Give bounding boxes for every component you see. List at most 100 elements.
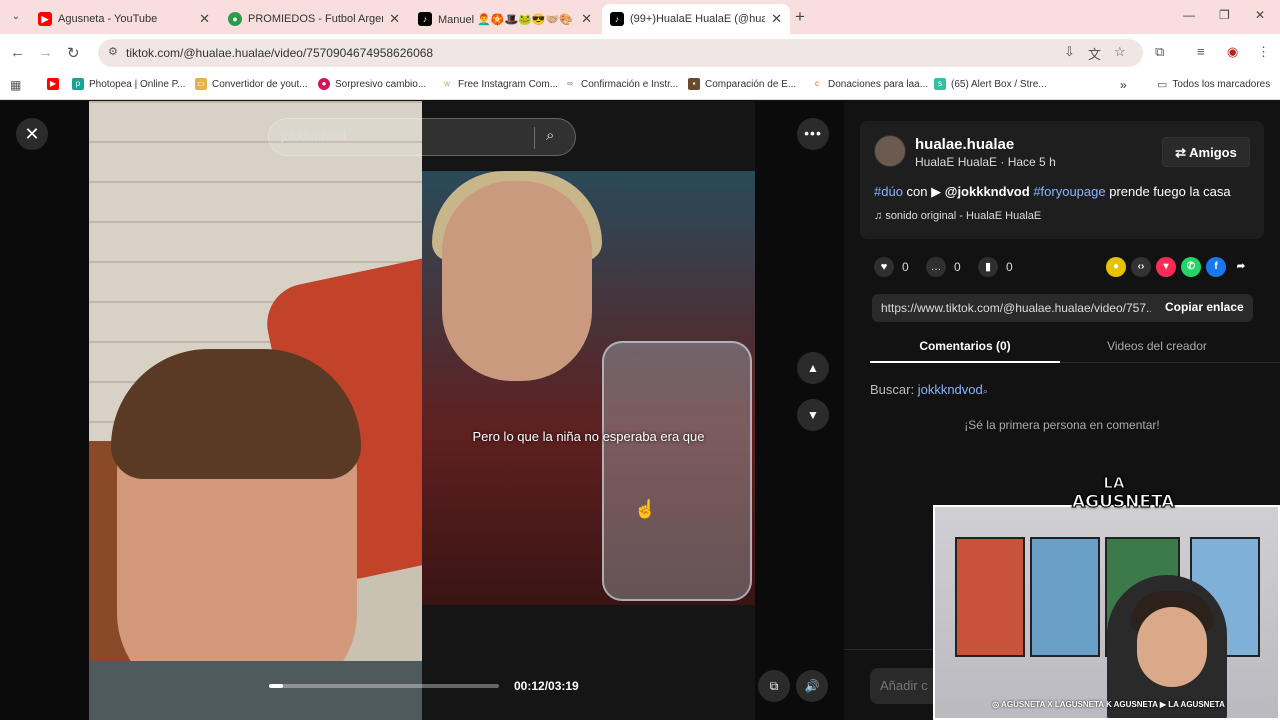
bookmark-confirmacion[interactable]: ∞ Confirmación e Instr... — [564, 78, 678, 90]
close-video-button[interactable]: ✕ — [16, 118, 48, 150]
agusneta-logo: LA AGUSNETA — [1072, 474, 1175, 536]
avatar[interactable] — [874, 135, 906, 167]
search-icon[interactable]: ⌕ — [546, 127, 554, 144]
facebook-icon[interactable]: f — [1206, 257, 1226, 277]
maximize-icon[interactable]: ❐ — [1219, 8, 1230, 22]
search-suggestion: Buscar: jokkkndvod⌕ — [870, 382, 988, 397]
movie-frame — [422, 171, 755, 605]
window-close-icon[interactable]: ✕ — [1255, 8, 1265, 22]
person-shirt — [89, 661, 422, 720]
extensions-icon[interactable]: ⧉ — [1155, 44, 1164, 60]
toolbar: ← → ↻ ⚙ tiktok.com/@hualae.hualae/video/… — [0, 34, 1280, 72]
friends-label: Amigos — [1189, 145, 1237, 160]
minimize-icon[interactable]: — — [1183, 8, 1195, 22]
tiktok-icon: ♪ — [610, 12, 624, 26]
youtube-icon: ▶ — [47, 78, 59, 90]
all-bookmarks[interactable]: ▭ Todos los marcadores — [1157, 78, 1270, 91]
tab-title: (99+)HualaE HualaE (@hualae — [630, 13, 766, 25]
mouse-cursor-icon: ☝ — [634, 499, 657, 519]
bookmark-sorpresivo[interactable]: ● Sorpresivo cambio... — [318, 78, 426, 90]
tab-creator-videos[interactable]: Videos del creador — [1062, 339, 1252, 353]
close-tab-icon[interactable]: ✕ — [199, 11, 210, 27]
bookmark-star-icon[interactable]: ☆ — [1114, 44, 1126, 60]
bookmark-label: Free Instagram Com... — [458, 78, 559, 90]
next-video-button[interactable]: ▼ — [797, 399, 829, 431]
media-controls-icon[interactable]: ≡ — [1197, 44, 1205, 59]
save-button[interactable]: ▮ 0 — [978, 257, 1013, 277]
volume-icon[interactable]: 🔊 — [796, 670, 828, 702]
duet-right-video[interactable]: Pero lo que la niña no esperaba era que — [422, 101, 755, 720]
page-icon: ▪ — [688, 78, 700, 90]
bookmark-alert-box[interactable]: s (65) Alert Box / Stre... — [934, 78, 1047, 90]
poster — [1030, 537, 1100, 657]
bookmark-convertidor[interactable]: ▭ Convertidor de yout... — [195, 78, 308, 90]
comment-icon: … — [926, 257, 946, 277]
copy-link-button[interactable]: Copiar enlace — [1165, 300, 1244, 314]
tab-title: Agusneta - YouTube — [58, 13, 158, 25]
tab-title: Manuel 👨‍🦰🏵️🎩🐸😎🤝🏼🎨 🔊 — [438, 13, 576, 26]
share-arrow-icon[interactable]: ➦ — [1231, 257, 1251, 277]
close-tab-icon[interactable]: ✕ — [581, 11, 592, 27]
friends-button[interactable]: ⇄ Amigos — [1162, 137, 1250, 167]
video-progress-bar[interactable] — [269, 684, 499, 688]
search-divider — [534, 127, 535, 149]
desc-con: con — [906, 184, 928, 199]
profile-icon[interactable]: ◉ — [1227, 44, 1238, 60]
send-icon[interactable]: ▾ — [1156, 257, 1176, 277]
more-bookmarks-icon[interactable]: » — [1120, 78, 1127, 92]
whatsapp-icon[interactable]: ✆ — [1181, 257, 1201, 277]
tab-tiktok-hualae[interactable]: ♪ (99+)HualaE HualaE (@hualae ✕ — [602, 4, 790, 34]
like-button[interactable]: ♥ 0 — [874, 257, 909, 277]
youtube-icon: ▶ — [38, 12, 52, 26]
hashtag-foryoupage[interactable]: #foryoupage — [1033, 184, 1105, 199]
folder-icon: ▭ — [195, 78, 207, 90]
bookmark-donaciones[interactable]: c Donaciones para laa... — [811, 78, 928, 90]
more-options-button[interactable]: ••• — [797, 118, 829, 150]
forward-icon[interactable]: → — [38, 44, 53, 61]
address-bar[interactable]: ⚙ tiktok.com/@hualae.hualae/video/757090… — [98, 39, 1143, 67]
hashtag-duo[interactable]: #dúo — [874, 184, 903, 199]
tab-promiedos[interactable]: ● PROMIEDOS - Futbol Argentino ✕ — [220, 4, 408, 34]
soccer-ball-icon: ● — [228, 12, 242, 26]
bookmark-label: (65) Alert Box / Stre... — [951, 78, 1047, 90]
search-label: Buscar: — [870, 382, 915, 397]
social-handles: ◎ AGUSNETA X LAGUSNETA K AGUSNETA ▶ LA A… — [992, 700, 1225, 709]
apps-icon[interactable]: ▦ — [10, 78, 21, 92]
video-search-bar[interactable]: ⌕ — [268, 118, 576, 156]
menu-icon[interactable]: ⋮ — [1257, 44, 1270, 60]
bookmark-photopea[interactable]: p Photopea | Online P... — [72, 78, 185, 90]
tab-comments[interactable]: Comentarios (0) — [870, 339, 1060, 363]
comment-button[interactable]: … 0 — [926, 257, 961, 277]
video-search-input[interactable] — [281, 128, 521, 143]
new-tab-button[interactable]: + — [795, 7, 805, 27]
creator-username[interactable]: hualae.hualae — [915, 136, 1014, 153]
logo-line1: LA — [1103, 474, 1125, 493]
tab-youtube[interactable]: ▶ Agusneta - YouTube ✕ — [30, 4, 218, 34]
bookmark-instagram-com[interactable]: w Free Instagram Com... — [441, 78, 558, 90]
girl-face — [442, 181, 592, 381]
reload-icon[interactable]: ↻ — [67, 44, 80, 62]
duet-left-video[interactable] — [89, 101, 422, 720]
tab-tiktok-manuel[interactable]: ♪ Manuel 👨‍🦰🏵️🎩🐸😎🤝🏼🎨 🔊 ✕ — [410, 4, 600, 34]
close-tab-icon[interactable]: ✕ — [389, 11, 400, 27]
bookmark-youtube[interactable]: ▶ — [47, 78, 59, 90]
previous-video-button[interactable]: ▲ — [797, 352, 829, 384]
music-link[interactable]: ♫ sonido original - HualaE HualaE — [874, 210, 1041, 222]
progress-fill — [269, 684, 283, 688]
bookmark-comparacion[interactable]: ▪ Comparación de E... — [688, 78, 796, 90]
share-link-text[interactable]: https://www.tiktok.com/@hualae.hualae/vi… — [881, 301, 1151, 315]
mention-link[interactable]: @jokkkndvod — [945, 184, 1030, 199]
translate-icon[interactable]: 文 — [1088, 44, 1101, 63]
folder-icon: ▭ — [1157, 79, 1168, 91]
bookmark-label: Photopea | Online P... — [89, 78, 186, 90]
tab-search-icon[interactable]: ⌄ — [6, 7, 26, 27]
install-app-icon[interactable]: ⇩ — [1064, 44, 1075, 60]
embed-icon[interactable]: ‹› — [1131, 257, 1151, 277]
close-tab-icon[interactable]: ✕ — [771, 11, 782, 27]
search-term-link[interactable]: jokkkndvod — [918, 382, 983, 397]
back-icon[interactable]: ← — [10, 44, 25, 61]
site-info-icon[interactable]: ⚙ — [108, 45, 118, 58]
action-row: ♥ 0 … 0 ▮ 0 ● ‹› ▾ ✆ f ➦ — [874, 257, 1264, 277]
coin-icon[interactable]: ● — [1106, 257, 1126, 277]
floating-player-icon[interactable]: ⧉ — [758, 670, 790, 702]
